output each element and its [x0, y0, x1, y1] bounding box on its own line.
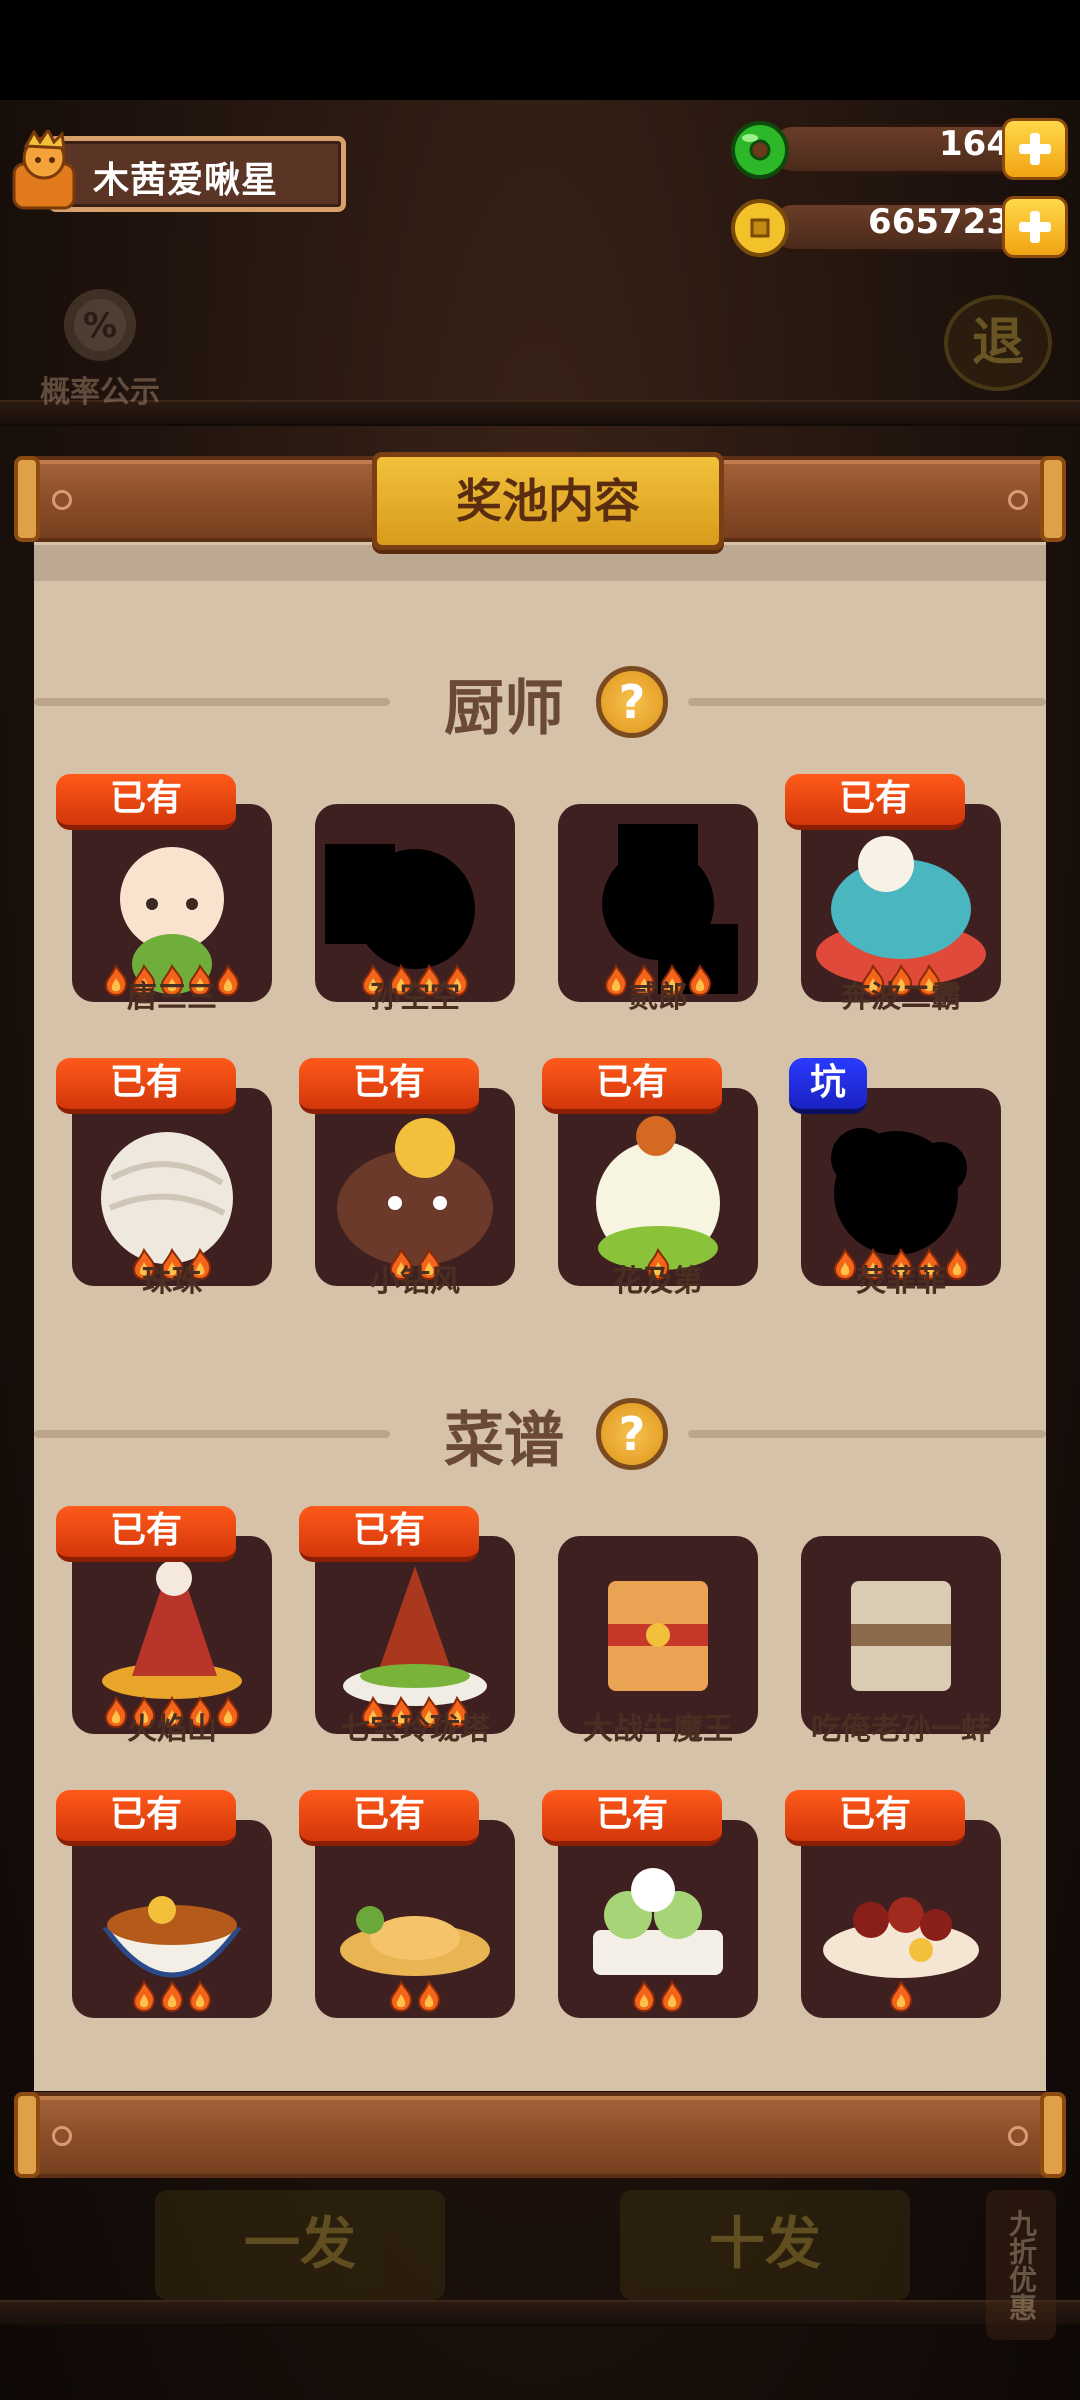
exit-button[interactable]: 退: [944, 295, 1052, 391]
recipes-section-title: 菜谱: [444, 1406, 564, 1476]
flame-icon: [389, 1980, 413, 2012]
owned-badge: 已有: [56, 1058, 236, 1114]
plus-icon: [1019, 211, 1051, 243]
chef-name: 贰郎: [628, 980, 688, 1015]
recipe-card[interactable]: 已有: [542, 1790, 758, 2030]
probability-button[interactable]: % 概率公示: [30, 285, 170, 410]
scroll-bottom-rod: [14, 2092, 1066, 2178]
chef-name: 花及第: [613, 1264, 703, 1299]
chef-name: 唐三三: [127, 980, 217, 1015]
recipe-card[interactable]: 吃俺老孙一蚌: [801, 1506, 1001, 1747]
plus-icon: [1019, 133, 1051, 165]
owned-badge: 已有: [785, 774, 965, 830]
coin-icon: [728, 196, 792, 258]
owned-badge: 已有: [542, 1058, 722, 1114]
recipe-name: 大战牛魔王: [583, 1712, 733, 1747]
divider-line: [688, 698, 1046, 706]
discount-tag: 九折优惠: [986, 2190, 1056, 2340]
add-jade-button[interactable]: [1002, 118, 1068, 180]
divider-line: [34, 1430, 390, 1438]
chef-card[interactable]: 荧菲菲 坑: [789, 1058, 1001, 1299]
chef-name: 奔波二霸: [841, 980, 961, 1015]
recipe-card[interactable]: 已有: [785, 1790, 1001, 2030]
add-gold-button[interactable]: [1002, 196, 1068, 258]
flame-icon: [632, 1980, 656, 2012]
chefs-section-header: 厨师 ?: [34, 660, 1046, 744]
recipe-card[interactable]: 大战牛魔王: [558, 1506, 758, 1747]
player-name-box: 木茜爱啾星: [48, 136, 346, 212]
owned-badge: 已有: [56, 1790, 236, 1846]
chef-card[interactable]: 小钻风 已有: [299, 1058, 515, 1299]
recipe-portrait: [558, 1820, 758, 2018]
panel-title: 奖池内容: [372, 452, 724, 550]
ten-draw-button[interactable]: 十发: [620, 2190, 910, 2300]
gear-icon: %: [64, 289, 136, 361]
recipes-help-button[interactable]: ?: [596, 1398, 668, 1470]
chef-card[interactable]: 花及第 已有: [542, 1058, 758, 1299]
chef-card[interactable]: 孙空空: [315, 774, 515, 1015]
chef-card[interactable]: 奔波二霸 已有: [785, 774, 1001, 1015]
owned-badge: 已有: [56, 774, 236, 830]
recipe-portrait: [801, 1820, 1001, 2018]
recipes-section-header: 菜谱 ?: [34, 1392, 1046, 1476]
gold-value: 665723: [868, 202, 1010, 242]
chef-card[interactable]: 贰郎: [558, 774, 758, 1015]
recipe-name: 火焰山: [127, 1712, 217, 1747]
owned-badge: 已有: [299, 1506, 479, 1562]
flame-icon: [188, 1980, 212, 2012]
rarity-flames: [315, 1980, 515, 2016]
flame-icon: [160, 1980, 184, 2012]
probability-label: 概率公示: [40, 375, 160, 410]
recipe-card[interactable]: 已有: [299, 1790, 515, 2030]
player-name: 木茜爱啾星: [93, 160, 279, 201]
pit-badge: 坑: [789, 1058, 867, 1114]
flame-icon: [132, 1980, 156, 2012]
owned-badge: 已有: [56, 1506, 236, 1562]
player-chip[interactable]: 木茜爱啾星: [8, 127, 346, 216]
rarity-flames: [72, 1980, 272, 2016]
recipe-card[interactable]: 火焰山 已有: [56, 1506, 272, 1747]
percent-symbol: %: [83, 306, 117, 346]
chefs-help-button[interactable]: ?: [596, 666, 668, 738]
recipe-portrait: [315, 1820, 515, 2018]
chefs-section-title: 厨师: [444, 674, 564, 744]
owned-badge: 已有: [785, 1790, 965, 1846]
chef-card[interactable]: 珠珠 已有: [56, 1058, 272, 1299]
rarity-flames: [801, 1980, 1001, 2016]
chef-name: 珠珠: [142, 1264, 202, 1299]
panel-bottom-edge: [34, 2025, 1046, 2091]
single-draw-button[interactable]: 一发: [155, 2190, 445, 2300]
gold-currency: 665723: [728, 196, 1068, 258]
chef-card[interactable]: 唐三三 已有: [56, 774, 272, 1015]
owned-badge: 已有: [299, 1790, 479, 1846]
rarity-flames: [558, 1980, 758, 2016]
recipe-name: 七宝玲珑塔: [340, 1712, 490, 1747]
recipe-portrait: [72, 1820, 272, 2018]
divider-line: [688, 1430, 1046, 1438]
recipe-card[interactable]: 已有: [56, 1790, 272, 2030]
jade-value: 164: [939, 124, 1010, 164]
owned-badge: 已有: [542, 1790, 722, 1846]
flame-icon: [889, 1980, 913, 2012]
background-beam: [0, 2300, 1080, 2326]
player-avatar-icon[interactable]: [8, 127, 84, 216]
flame-icon: [417, 1980, 441, 2012]
panel-top-shade: [34, 545, 1046, 581]
recipe-card[interactable]: 七宝玲珑塔 已有: [299, 1506, 515, 1747]
flame-icon: [660, 1980, 684, 2012]
chef-name: 荧菲菲: [856, 1264, 946, 1299]
owned-badge: 已有: [299, 1058, 479, 1114]
chef-name: 孙空空: [370, 980, 460, 1015]
divider-line: [34, 698, 390, 706]
recipe-name: 吃俺老孙一蚌: [811, 1712, 991, 1747]
chef-name: 小钻风: [370, 1264, 460, 1299]
jade-icon: [728, 118, 792, 180]
jade-currency: 164: [728, 118, 1068, 180]
prize-pool-panel: 厨师 ? 菜谱 ? 唐三三 已有 孙空空 贰郎 奔波二霸 已有 珠珠 已有 小钻风 已有 花及第 已有…: [34, 540, 1046, 2090]
